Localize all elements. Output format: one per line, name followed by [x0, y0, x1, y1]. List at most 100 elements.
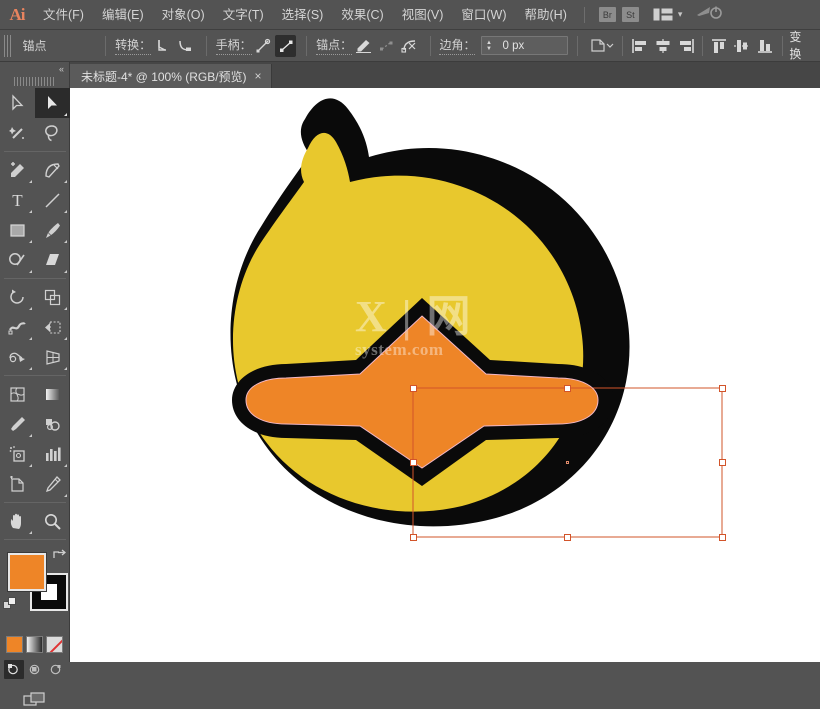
stock-button[interactable]: St	[622, 7, 639, 22]
menu-edit[interactable]: 编辑(E)	[93, 0, 153, 30]
corner-radius-value[interactable]: 0 px	[495, 40, 567, 52]
tool-magic-wand[interactable]	[0, 118, 35, 148]
draw-normal[interactable]	[4, 660, 24, 679]
change-screen-mode-icon[interactable]	[0, 691, 69, 709]
tool-selection[interactable]	[35, 88, 70, 118]
tool-type[interactable]: T	[0, 185, 35, 215]
corner-stepper[interactable]: ▲▼	[482, 40, 495, 52]
corner-radius-field[interactable]: ▲▼ 0 px	[481, 36, 568, 55]
collapse-panel-chevron-icon[interactable]: «	[59, 64, 64, 74]
control-divider-5	[577, 36, 578, 56]
document-tab-title: 未标题-4* @ 100% (RGB/预览)	[81, 68, 247, 85]
tools-panel-drag-handle[interactable]	[14, 77, 55, 86]
creative-cloud-sync-icon[interactable]	[696, 4, 722, 25]
control-divider-2	[206, 36, 207, 56]
bridge-button[interactable]: Br	[599, 7, 616, 22]
tool-direct-selection[interactable]	[0, 88, 35, 118]
tool-blend[interactable]	[35, 409, 70, 439]
tool-perspective-grid[interactable]	[35, 342, 70, 372]
tool-slice[interactable]	[35, 469, 70, 499]
tool-rotate[interactable]	[0, 282, 35, 312]
corner-label: 边角：	[439, 36, 475, 55]
tool-lasso[interactable]	[35, 118, 70, 148]
chevron-down-icon: ▾	[678, 9, 683, 20]
workspace-layout-icon[interactable]: ▾	[653, 8, 683, 21]
menu-window[interactable]: 窗口(W)	[452, 0, 515, 30]
tool-shape-builder[interactable]	[0, 245, 35, 275]
connect-anchor-icon[interactable]	[376, 35, 397, 57]
remove-anchor-icon[interactable]	[353, 35, 374, 57]
mode-color[interactable]	[6, 636, 23, 653]
fill-stroke-controls	[0, 547, 69, 633]
control-divider-8	[782, 36, 783, 56]
tool-curvature[interactable]	[35, 155, 70, 185]
convert-label: 转换：	[115, 36, 151, 55]
align-left-icon[interactable]	[630, 35, 651, 57]
menu-select[interactable]: 选择(S)	[273, 0, 333, 30]
menu-effect[interactable]: 效果(C)	[332, 0, 392, 30]
control-divider-3	[306, 36, 307, 56]
document-tab-bar: 未标题-4* @ 100% (RGB/预览) ×	[0, 62, 820, 88]
mode-none[interactable]	[46, 636, 63, 653]
document-canvas[interactable]: X | 网 system.com	[70, 88, 820, 662]
default-fill-stroke-icon[interactable]	[3, 597, 18, 617]
control-divider-4	[430, 36, 431, 56]
cut-path-icon[interactable]	[399, 35, 420, 57]
tool-zoom[interactable]	[35, 506, 70, 536]
draw-inside[interactable]	[46, 660, 66, 679]
draw-behind[interactable]	[25, 660, 45, 679]
tool-hand[interactable]	[0, 506, 35, 536]
draw-mode-buttons	[0, 660, 69, 679]
tool-line-segment[interactable]	[35, 185, 70, 215]
document-tab[interactable]: 未标题-4* @ 100% (RGB/预览) ×	[70, 64, 272, 88]
tool-symbol-sprayer[interactable]	[0, 439, 35, 469]
control-divider-6	[622, 36, 623, 56]
tool-flyout-indicator	[64, 113, 67, 116]
align-bottom-icon[interactable]	[755, 35, 776, 57]
fill-swatch[interactable]	[8, 553, 46, 591]
tool-width[interactable]	[0, 312, 35, 342]
duck-head-illustration[interactable]	[70, 88, 820, 662]
control-bar-context-label: 锚点	[23, 37, 97, 54]
control-bar: 锚点 转换： 手柄：	[0, 30, 820, 62]
isolate-selected-object-icon[interactable]	[588, 35, 614, 57]
control-bar-drag-handle[interactable]	[4, 35, 12, 57]
tool-gradient[interactable]	[35, 379, 70, 409]
control-divider-7	[702, 36, 703, 56]
tool-add-anchor-point[interactable]	[0, 155, 35, 185]
menu-bar: Ai 文件(F) 编辑(E) 对象(O) 文字(T) 选择(S) 效果(C) 视…	[0, 0, 820, 30]
align-horizontal-center-icon[interactable]	[653, 35, 674, 57]
align-top-icon[interactable]	[709, 35, 730, 57]
tool-eyedropper[interactable]	[0, 409, 35, 439]
handle-label: 手柄：	[216, 36, 252, 55]
tool-paintbrush[interactable]	[35, 215, 70, 245]
anchor-label: 锚点：	[316, 36, 352, 55]
menu-help[interactable]: 帮助(H)	[516, 0, 576, 30]
tool-mesh[interactable]	[0, 379, 35, 409]
show-handles-icon[interactable]	[253, 35, 274, 57]
tool-rectangle[interactable]	[0, 215, 35, 245]
control-divider-1	[105, 36, 106, 56]
tool-eraser[interactable]	[35, 245, 70, 275]
tool-scale[interactable]	[35, 282, 70, 312]
close-icon[interactable]: ×	[255, 70, 262, 82]
menu-view[interactable]: 视图(V)	[393, 0, 453, 30]
tool-column-graph[interactable]	[35, 439, 70, 469]
swap-fill-stroke-icon[interactable]	[52, 547, 66, 566]
convert-to-corner-icon[interactable]	[152, 35, 173, 57]
menu-object[interactable]: 对象(O)	[153, 0, 214, 30]
tool-free-transform[interactable]	[35, 312, 70, 342]
menu-file[interactable]: 文件(F)	[34, 0, 93, 30]
convert-to-smooth-icon[interactable]	[175, 35, 196, 57]
tools-panel: «	[0, 62, 70, 662]
mode-gradient[interactable]	[26, 636, 43, 653]
tool-artboard[interactable]	[0, 469, 35, 499]
transform-panel-button[interactable]: 变换	[789, 28, 812, 64]
hide-handles-icon[interactable]	[275, 35, 296, 57]
tool-shape-blend[interactable]	[0, 342, 35, 372]
align-vertical-center-icon[interactable]	[732, 35, 753, 57]
paint-mode-buttons	[0, 636, 69, 653]
app-logo: Ai	[0, 0, 34, 30]
align-right-icon[interactable]	[675, 35, 696, 57]
menu-type[interactable]: 文字(T)	[214, 0, 273, 30]
